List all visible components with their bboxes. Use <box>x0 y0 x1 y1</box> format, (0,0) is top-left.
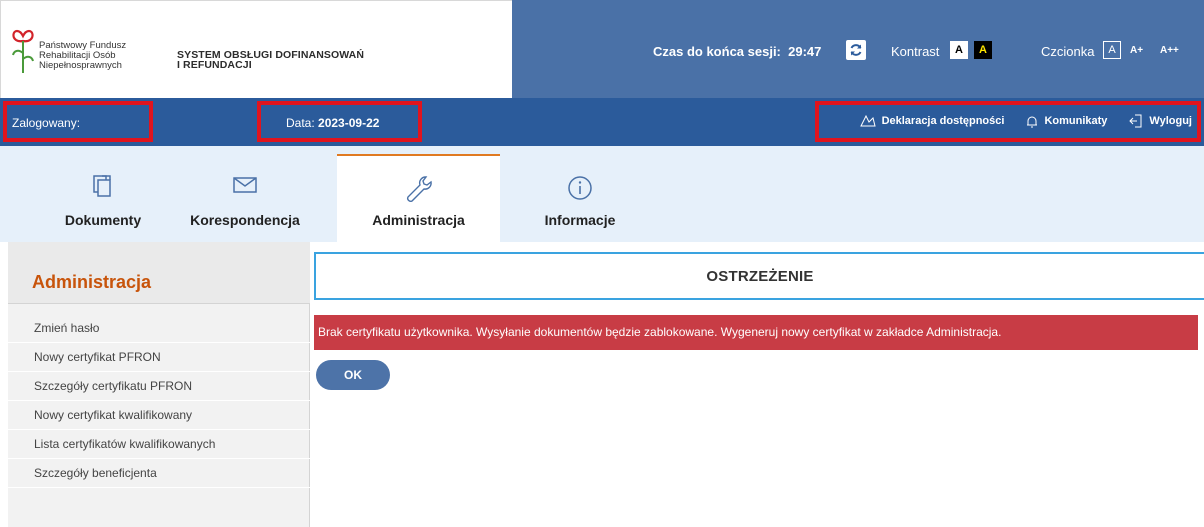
session-label: Czas do końca sesji: <box>653 44 781 59</box>
tab-label: Informacje <box>544 212 616 228</box>
session-time: 29:47 <box>788 44 822 59</box>
envelope-icon <box>233 177 257 193</box>
font-size-label: Czcionka <box>1041 44 1095 59</box>
tab-korespondencja[interactable]: Korespondencja <box>170 154 320 242</box>
info-icon <box>568 176 592 200</box>
admin-sidebar: Administracja Zmień hasło Nowy certyfika… <box>8 242 310 527</box>
user-info-bar: Zalogowany: Data: 2023-09-22 Deklaracja … <box>0 98 1204 146</box>
sidebar-item-beneficiary-details[interactable]: Szczegóły beneficjenta <box>8 459 310 488</box>
highlight-box-date <box>257 101 422 142</box>
header-controls: Czas do końca sesji: 29:47 Kontrast A A … <box>512 0 1204 98</box>
sidebar-item-new-qualified-certificate[interactable]: Nowy certyfikat kwalifikowany <box>8 401 310 430</box>
header-branding: Państwowy Fundusz Rehabilitacji Osób Nie… <box>0 0 512 98</box>
pfron-logo-icon <box>12 29 34 73</box>
sidebar-title-box: Administracja <box>8 242 310 304</box>
session-timer: Czas do końca sesji: 29:47 <box>653 44 821 59</box>
highlight-box-logged <box>3 101 153 142</box>
sidebar-title: Administracja <box>32 272 152 292</box>
error-alert: Brak certyfikatu użytkownika. Wysyłanie … <box>314 315 1198 350</box>
documents-icon <box>93 175 111 197</box>
wrench-icon <box>406 176 432 202</box>
refresh-session-button[interactable] <box>846 40 866 60</box>
refresh-icon <box>850 44 862 56</box>
organization-name: Państwowy Fundusz Rehabilitacji Osób Nie… <box>39 41 126 71</box>
tab-label: Administracja <box>372 212 465 228</box>
contrast-label: Kontrast <box>891 44 940 59</box>
system-line: I REFUNDACJI <box>177 59 252 71</box>
sidebar-item-new-pfron-certificate[interactable]: Nowy certyfikat PFRON <box>8 343 310 372</box>
font-larger-button[interactable]: A+ <box>1130 45 1143 56</box>
tab-dokumenty[interactable]: Dokumenty <box>42 154 164 242</box>
tab-label: Dokumenty <box>64 212 142 228</box>
sidebar-item-change-password[interactable]: Zmień hasło <box>8 314 310 343</box>
contrast-high-button[interactable]: A <box>974 41 992 59</box>
warning-title: OSTRZEŻENIE <box>706 267 814 285</box>
tab-administracja[interactable]: Administracja <box>337 154 500 242</box>
font-normal-button[interactable]: A <box>1103 41 1121 59</box>
ok-button[interactable]: OK <box>316 360 390 390</box>
warning-header: OSTRZEŻENIE <box>314 252 1204 300</box>
top-header: Państwowy Fundusz Rehabilitacji Osób Nie… <box>0 0 1204 98</box>
org-line: Niepełnosprawnych <box>39 60 122 71</box>
highlight-box-links <box>815 101 1201 142</box>
system-name: SYSTEM OBSŁUGI DOFINANSOWAŃ I REFUNDACJI <box>177 50 364 71</box>
sidebar-item-pfron-certificate-details[interactable]: Szczegóły certyfikatu PFRON <box>8 372 310 401</box>
sidebar-menu: Zmień hasło Nowy certyfikat PFRON Szczeg… <box>8 314 310 488</box>
tab-label: Korespondencja <box>190 212 300 228</box>
contrast-normal-button[interactable]: A <box>950 41 968 59</box>
sidebar-item-qualified-certificates-list[interactable]: Lista certyfikatów kwalifikowanych <box>8 430 310 459</box>
main-tabs: Dokumenty Korespondencja Administracja I… <box>0 146 1204 242</box>
font-largest-button[interactable]: A++ <box>1160 45 1179 56</box>
tab-informacje[interactable]: Informacje <box>520 154 640 242</box>
